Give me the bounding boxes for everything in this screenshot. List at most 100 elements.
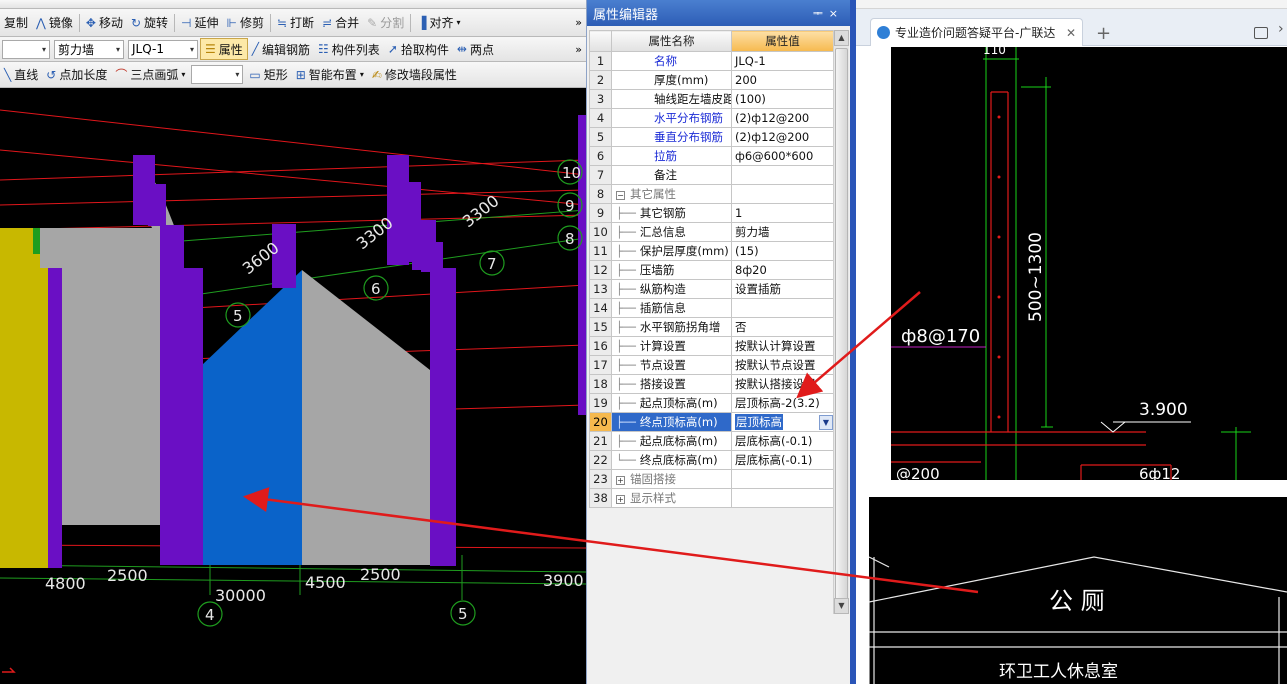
table-row[interactable]: 17 ├── 节点设置 按默认节点设置 (589, 355, 834, 375)
extend-button[interactable]: ⊣ 延伸 (177, 12, 222, 34)
component-type-select[interactable]: 剪力墙 ▾ (54, 39, 124, 59)
floor-select[interactable]: ▾ (2, 39, 50, 59)
browser-window: 专业造价问题答疑平台-广联达 ✕ + › ф8@170 500~1300 3.9… (856, 0, 1287, 684)
line-button[interactable]: ╲ 直线 (0, 64, 42, 86)
new-tab-icon[interactable]: + (1096, 23, 1111, 44)
break-icon: ≒ (276, 15, 288, 30)
table-row[interactable]: 3轴线距左墙皮距离(100) (589, 89, 834, 109)
mirror-button[interactable]: ⋀ 镜像 (32, 12, 77, 34)
table-row[interactable]: 18 ├── 搭接设置 按默认搭接设置 (589, 374, 834, 394)
merge-button[interactable]: ≓ 合并 (318, 12, 363, 34)
dim-3900: 3900 (543, 571, 584, 590)
axis-label-5-top: 5 (233, 307, 243, 325)
collapse-icon[interactable]: − (616, 191, 625, 200)
wall-yellow[interactable] (0, 228, 50, 568)
table-row[interactable]: 21 ├── 起点底标高(m) 层底标高(-0.1) (589, 431, 834, 451)
table-row[interactable]: 7 备注 (589, 165, 834, 185)
table-row-selected[interactable]: 20 ├── 终点顶标高(m) 层顶标高 ▼ (589, 412, 834, 432)
wall-blue-gable[interactable] (202, 270, 302, 565)
table-row[interactable]: 10 ├── 汇总信息 剪力墙 (589, 222, 834, 242)
screen: 3600 3300 3300 10 9 8 7 6 5 4 5 4800 250… (0, 0, 1287, 684)
table-row[interactable]: 22 └── 终点底标高(m) 层底标高(-0.1) (589, 450, 834, 470)
table-row[interactable]: 4 水平分布钢筋 (2)ф12@200 (589, 108, 834, 128)
property-scrollbar[interactable]: ▲ ▼ (833, 30, 849, 614)
break-button[interactable]: ≒ 打断 (273, 12, 318, 34)
move-button[interactable]: ✥ 移动 (82, 12, 127, 34)
rotate-icon: ↻ (130, 15, 142, 30)
smart-layout-button[interactable]: ⊞ 智能布置 ▾ (292, 64, 368, 86)
pick-icon: ➚ (387, 42, 398, 56)
edit-rebar-button[interactable]: ╱ 编辑钢筋 (248, 38, 314, 60)
table-row[interactable]: 15 ├── 水平钢筋拐角增否 (589, 317, 834, 337)
browser-tab[interactable]: 专业造价问题答疑平台-广联达 ✕ (870, 18, 1083, 46)
table-row[interactable]: 9 ├── 其它钢筋 1 (589, 203, 834, 223)
table-row-group[interactable]: 8− 其它属性 (589, 184, 834, 204)
axis-label-10: 10 (562, 164, 581, 182)
table-row[interactable]: 12 ├── 压墙筋 8ф20 (589, 260, 834, 280)
end-top-elevation-select[interactable]: 层顶标高 ▼ (735, 414, 833, 431)
component-list-button[interactable]: ☷ 构件列表 (314, 38, 384, 60)
expand-icon[interactable]: + (616, 495, 625, 504)
modify-icon: ✍ (371, 67, 382, 82)
axis-label-7: 7 (487, 255, 497, 273)
toolbar2-overflow-icon[interactable]: » (575, 43, 586, 56)
browser-tab-title: 专业造价问题答疑平台-广联达 (895, 26, 1056, 40)
scroll-down-icon[interactable]: ▼ (834, 598, 849, 614)
draw-toolbar: ╲ 直线 ↺ 点加长度 ⌒ 三点画弧 ▾ ▾ ▭ 矩形 ⊞ 智能布置 ▾ ✍ 修改墙段属性 (0, 62, 586, 88)
more-icon[interactable]: › (1278, 21, 1284, 37)
height-range-label: 500~1300 (1026, 232, 1046, 322)
header-property-name: 属性名称 (611, 30, 732, 52)
table-row[interactable]: 19 ├── 起点顶标高(m) 层顶标高-2(3.2) (589, 393, 834, 413)
three-point-arc-button[interactable]: ⌒ 三点画弧 ▾ (111, 64, 189, 86)
dim-2500-a: 2500 (107, 566, 148, 585)
drawing-image-section: ф8@170 500~1300 3.900 110 @200 6ф12 (891, 47, 1287, 480)
table-row[interactable]: 5 垂直分布钢筋 (2)ф12@200 (589, 127, 834, 147)
table-row[interactable]: 14 ├── 插筋信息 (589, 298, 834, 318)
merge-icon: ≓ (322, 15, 333, 30)
axis-label-6: 6 (371, 280, 381, 298)
property-editor-titlebar: 属性编辑器 ᆍ× (587, 0, 850, 26)
scroll-up-icon[interactable]: ▲ (834, 30, 849, 46)
smart-layout-icon: ⊞ (295, 67, 306, 82)
table-row-group[interactable]: 23 + 锚固搭接 (589, 469, 834, 489)
table-row[interactable]: 1 名称 JLQ-1 (589, 51, 834, 71)
ucs-arrow-icon (2, 667, 16, 673)
rectangle-icon: ▭ (249, 67, 261, 82)
toolbar-overflow-icon[interactable]: » (575, 16, 586, 29)
pin-icon[interactable]: ᆍ (813, 7, 829, 20)
menu-strip-cut (0, 0, 586, 9)
header-num (589, 30, 612, 52)
properties-button[interactable]: ☰ 属性 (200, 38, 248, 60)
table-row[interactable]: 2 厚度(mm) 200 (589, 70, 834, 90)
component-name-select[interactable]: JLQ-1 ▾ (128, 39, 198, 59)
copy-button[interactable]: 复制 (0, 12, 32, 34)
pick-component-button[interactable]: ➚ 拾取构件 (384, 38, 453, 60)
expand-icon[interactable]: + (616, 476, 625, 485)
component-toolbar: ▾ 剪力墙 ▾ JLQ-1 ▾ ☰ 属性 ╱ 编辑钢筋 ☷ 构件列表 ➚ 拾取构件 ⇹ 两点 … (0, 37, 586, 62)
property-editor-title: 属性编辑器 (593, 7, 659, 23)
split-button[interactable]: ✎ 分割 (363, 12, 408, 34)
point-length-button[interactable]: ↺ 点加长度 (42, 64, 111, 86)
scroll-thumb[interactable] (835, 48, 848, 610)
draw-mode-select[interactable]: ▾ (191, 65, 244, 84)
tab-restore-icon[interactable] (1254, 27, 1268, 39)
table-row[interactable]: 11 ├── 保护层厚度(mm) (15) (589, 241, 834, 261)
property-editor-panel: 属性编辑器 ᆍ× 属性名称 属性值 1 名称 JLQ-1 2 厚度(mm) 200 3轴… (586, 0, 850, 684)
rectangle-button[interactable]: ▭ 矩形 (245, 64, 291, 86)
wall-gray-gable[interactable] (302, 270, 430, 565)
browser-bookmarks-strip (856, 0, 1287, 9)
table-row[interactable]: 16 ├── 计算设置 按默认计算设置 (589, 336, 834, 356)
table-row[interactable]: 6 拉筋 ф6@600*600 (589, 146, 834, 166)
close-icon[interactable]: × (829, 7, 844, 20)
cad-viewport[interactable]: 3600 3300 3300 10 9 8 7 6 5 4 5 4800 250… (0, 88, 586, 684)
trim-button[interactable]: ⊩ 修剪 (223, 12, 268, 34)
tab-close-icon[interactable]: ✕ (1066, 26, 1076, 40)
two-points-button[interactable]: ⇹ 两点 (453, 38, 498, 60)
two-points-icon: ⇹ (456, 42, 467, 56)
table-row[interactable]: 13 ├── 纵筋构造 设置插筋 (589, 279, 834, 299)
align-button[interactable]: ▐ 对齐 ▾ (413, 12, 464, 34)
modify-wall-segment-button[interactable]: ✍ 修改墙段属性 (368, 64, 461, 86)
rotate-button[interactable]: ↻ 旋转 (127, 12, 172, 34)
table-row-group[interactable]: 38 + 显示样式 (589, 488, 834, 508)
chevron-down-icon[interactable]: ▼ (819, 414, 833, 430)
